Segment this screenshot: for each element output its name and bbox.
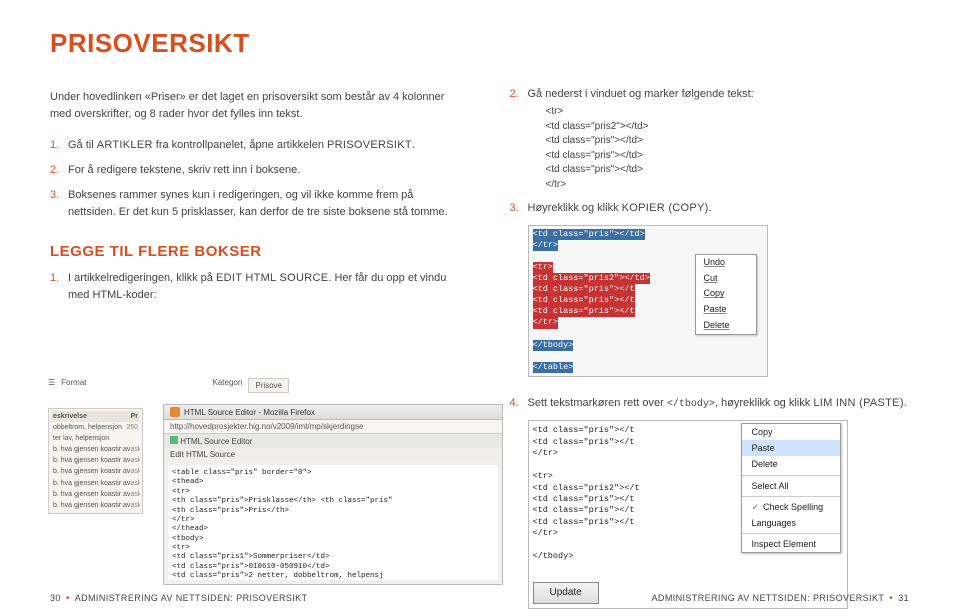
ctx-item-cut[interactable]: Cut <box>696 271 756 287</box>
cropped-editor-panel: eskrivelseProbbeltrom, helpensjon250ter … <box>48 408 143 514</box>
main-steps-left: 1. Gå til ARTIKLER fra kontrollpanelet, … <box>50 137 450 221</box>
screenshot-paste-context: <td class="pris"></t<td class="pris"></t… <box>528 420 848 609</box>
step-right-2: 2. Gå nederst i vinduet og marker følgen… <box>510 86 910 192</box>
page-footer: 30•ADMINISTRERING AV NETTSIDEN: PRISOVER… <box>0 593 959 604</box>
footer-right: ADMINISTRERING AV NETTSIDEN: PRISOVERSIK… <box>652 593 909 604</box>
step-1: 1. Gå til ARTIKLER fra kontrollpanelet, … <box>50 137 450 154</box>
left-column: PRISOVERSIKT Under hovedlinken «Priser» … <box>50 28 450 560</box>
ctx-item-paste[interactable]: Paste <box>742 440 840 456</box>
firefox-icon <box>170 407 180 417</box>
footer-left: 30•ADMINISTRERING AV NETTSIDEN: PRISOVER… <box>50 593 307 604</box>
editor-tab-header: HTML Source Editor <box>164 434 502 448</box>
subheading-add-boxes: LEGGE TIL FLERE BOKSER <box>50 243 450 260</box>
code-sample: <tr><td class="pris2"></td><td class="pr… <box>546 105 910 192</box>
intro-text: Under hovedlinken «Priser» er det laget … <box>50 89 450 123</box>
screenshot-html-source-editor: HTML Source Editor - Mozilla Firefox htt… <box>163 404 503 585</box>
url-bar: http://hovedprosjekter.hig.no/v2009/imt/… <box>164 420 502 434</box>
context-menu[interactable]: UndoCutCopyPasteDelete <box>695 254 757 334</box>
screenshot-copy-context: <td class="pris"></td></tr> <tr><td clas… <box>528 225 768 377</box>
main-steps-right-b: 4. Sett tekstmarkøren rett over </tbody>… <box>510 395 910 413</box>
step-2: 2. For å redigere tekstene, skriv rett i… <box>50 162 450 179</box>
source-code-box: <table class="pris" border="0"><thead><t… <box>168 465 498 580</box>
right-column: 2. Gå nederst i vinduet og marker følgen… <box>510 28 910 560</box>
toolbar-format-icon: ☰ <box>48 378 55 393</box>
step-3: 3. Boksenes rammer synes kun i redigerin… <box>50 187 450 221</box>
ctx-item-copy[interactable]: Copy <box>742 424 840 440</box>
step-right-3: 3. Høyreklikk og klikk KOPIER (COPY). <box>510 200 910 217</box>
ctx-item-delete[interactable]: Delete <box>696 318 756 334</box>
ctx-item-inspect-element[interactable]: Inspect Element <box>742 536 840 552</box>
ctx-item-delete[interactable]: Delete <box>742 456 840 472</box>
ctx-item-select-all[interactable]: Select All <box>742 478 840 494</box>
sub-step-1: 1. I artikkelredigeringen, klikk på EDIT… <box>50 270 450 304</box>
ctx-item-check-spelling[interactable]: Check Spelling <box>742 499 840 515</box>
context-menu-paste[interactable]: CopyPasteDelete Select All Check SpellingL… <box>741 423 841 553</box>
ctx-item-paste[interactable]: Paste <box>696 302 756 318</box>
main-steps-right: 2. Gå nederst i vinduet og marker følgen… <box>510 86 910 217</box>
page-title: PRISOVERSIKT <box>50 28 450 59</box>
edit-source-label: Edit HTML Source <box>164 448 502 461</box>
step-right-4: 4. Sett tekstmarkøren rett over </tbody>… <box>510 395 910 413</box>
cropped-toolbar: ☰ Format Kategori Prisove <box>48 378 289 393</box>
ctx-item-undo[interactable]: Undo <box>696 255 756 271</box>
window-titlebar: HTML Source Editor - Mozilla Firefox <box>164 405 502 420</box>
sub-steps: 1. I artikkelredigeringen, klikk på EDIT… <box>50 270 450 304</box>
ctx-item-copy[interactable]: Copy <box>696 286 756 302</box>
ctx-item-languages[interactable]: Languages <box>742 515 840 531</box>
